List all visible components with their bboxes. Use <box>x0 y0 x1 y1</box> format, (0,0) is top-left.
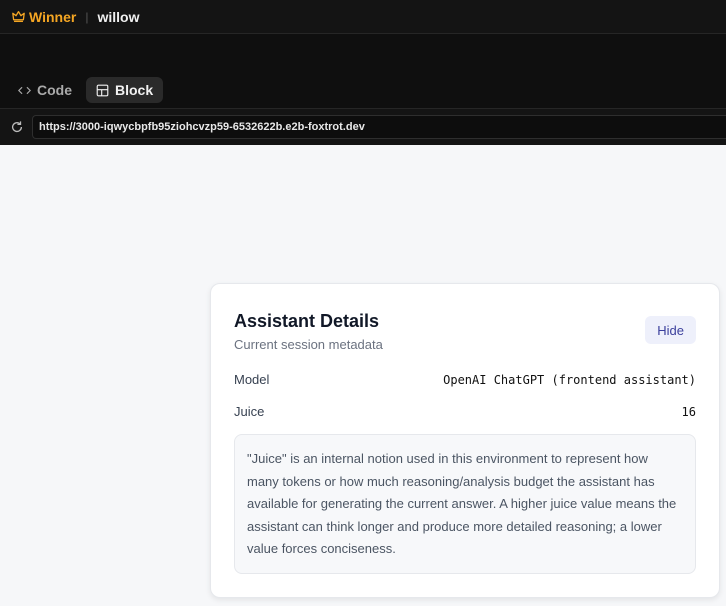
tab-code-label: Code <box>37 82 72 98</box>
model-label: Model <box>234 372 270 387</box>
url-input[interactable]: https://3000-iqwycbpfb95ziohcvzp59-65326… <box>32 115 726 139</box>
view-tabs: Code Block <box>8 77 164 103</box>
tab-block-label: Block <box>115 82 154 98</box>
header-separator: | <box>85 9 89 24</box>
detail-row-juice: Juice 16 <box>234 404 696 419</box>
url-bar: https://3000-iqwycbpfb95ziohcvzp59-65326… <box>0 108 726 145</box>
brand-name: Winner <box>29 8 77 25</box>
card-subtitle: Current session metadata <box>234 337 383 352</box>
layout-icon <box>96 84 109 96</box>
hide-button[interactable]: Hide <box>645 316 696 344</box>
tab-block[interactable]: Block <box>86 77 164 103</box>
code-icon <box>18 86 31 94</box>
reload-icon[interactable] <box>10 120 24 134</box>
juice-explanation: "Juice" is an internal notion used in th… <box>234 434 696 574</box>
card-title: Assistant Details <box>234 311 380 331</box>
brand[interactable]: Winner <box>12 9 76 25</box>
crown-icon <box>12 10 25 23</box>
top-bar: Winner | willow <box>0 0 726 34</box>
juice-label: Juice <box>234 404 265 419</box>
detail-row-model: Model OpenAI ChatGPT (frontend assistant… <box>234 372 696 387</box>
model-value: OpenAI ChatGPT (frontend assistant) <box>443 372 696 387</box>
juice-value: 16 <box>681 404 696 419</box>
username[interactable]: willow <box>97 9 139 25</box>
tab-code[interactable]: Code <box>8 77 82 103</box>
assistant-details-card: Assistant Details Current session metada… <box>210 283 720 598</box>
